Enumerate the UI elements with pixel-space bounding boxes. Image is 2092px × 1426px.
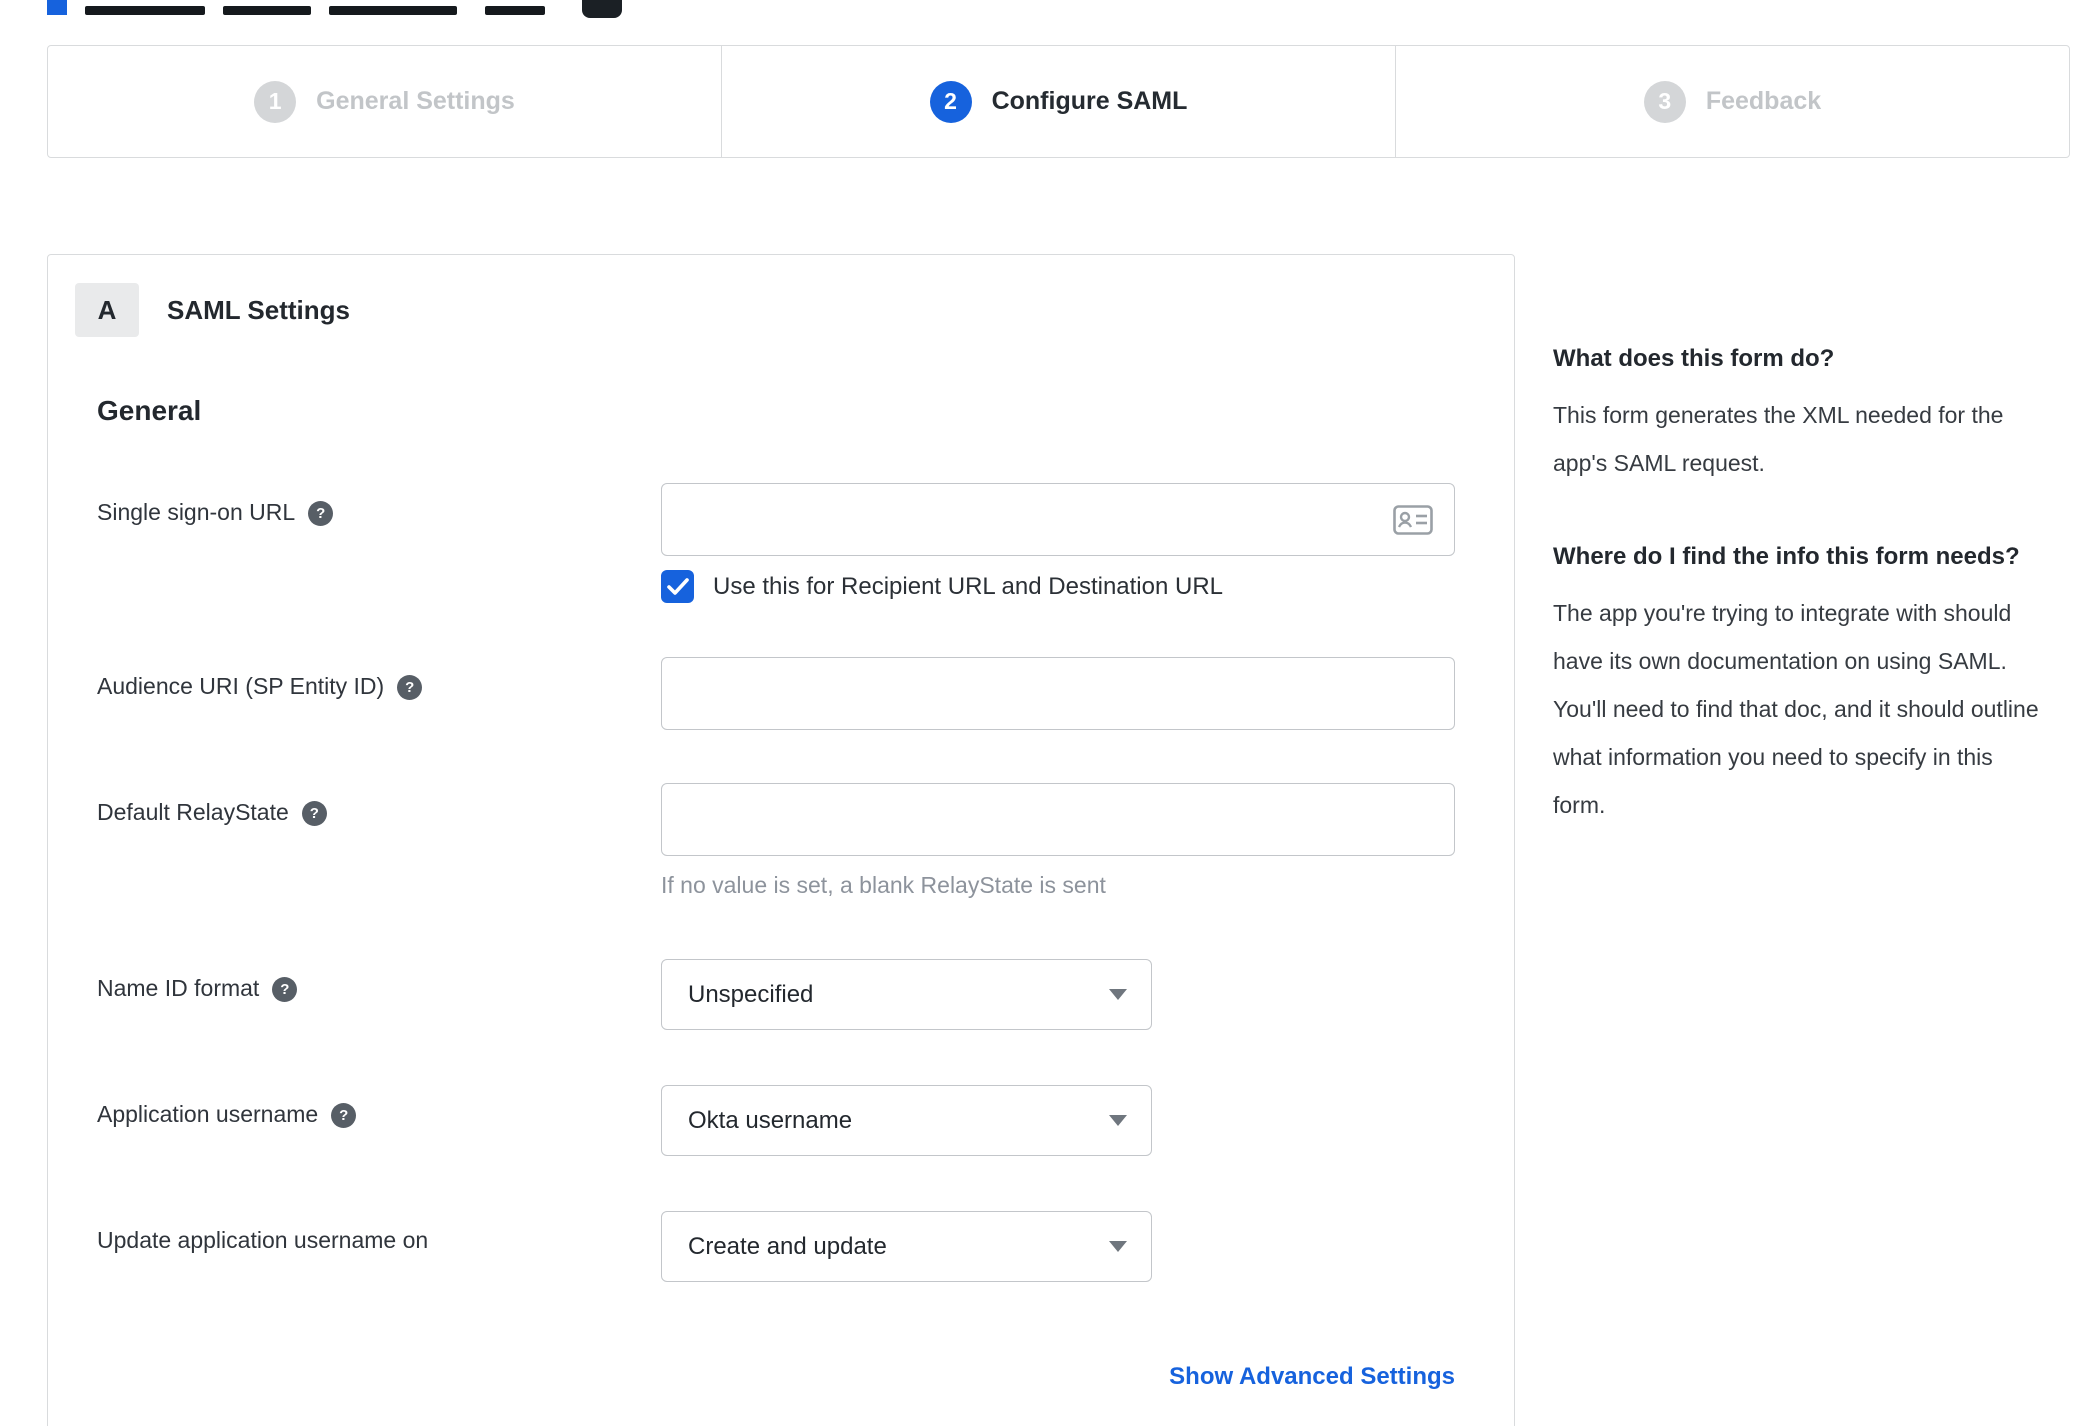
- recipient-url-checkbox-label: Use this for Recipient URL and Destinati…: [713, 572, 1224, 600]
- step-label: General Settings: [316, 87, 515, 115]
- relaystate-label: Default RelayState: [97, 799, 289, 825]
- relaystate-hint: If no value is set, a blank RelayState i…: [661, 872, 1106, 898]
- audience-uri-input[interactable]: [661, 657, 1455, 730]
- general-section-heading: General: [97, 395, 202, 426]
- help-sidebar: What does this form do? This form genera…: [1553, 254, 2043, 829]
- show-advanced-settings-link[interactable]: Show Advanced Settings: [1169, 1363, 1455, 1390]
- sso-url-input[interactable]: [661, 483, 1455, 556]
- help-icon[interactable]: ?: [301, 801, 327, 826]
- field-row-relaystate: Default RelayState ? If no value is set,…: [97, 783, 1514, 899]
- nameid-label: Name ID format: [97, 975, 260, 1001]
- updateusername-label: Update application username on: [97, 1227, 429, 1253]
- application-username-select[interactable]: Okta username: [661, 1085, 1152, 1156]
- panel-title: SAML Settings: [167, 294, 350, 325]
- nameid-format-select[interactable]: Unspecified: [661, 959, 1152, 1030]
- help-answer-1: This form generates the XML needed for t…: [1553, 402, 2004, 476]
- caret-down-icon: [1109, 989, 1127, 1000]
- step-label: Feedback: [1705, 87, 1822, 115]
- help-question-2: Where do I find the info this form needs…: [1553, 543, 2020, 570]
- contact-card-icon: [1393, 504, 1433, 535]
- update-username-select[interactable]: Create and update: [661, 1211, 1152, 1282]
- help-icon[interactable]: ?: [331, 1103, 357, 1128]
- step-label: Configure SAML: [991, 87, 1188, 115]
- caret-down-icon: [1109, 1241, 1127, 1252]
- updateusername-selected-value: Create and update: [688, 1232, 887, 1260]
- recipient-url-checkbox[interactable]: [661, 570, 694, 603]
- field-row-updateusername: Update application username on Create an…: [97, 1211, 1514, 1282]
- clipped-app-icon: [582, 0, 622, 18]
- help-icon[interactable]: ?: [308, 501, 334, 526]
- field-row-nameid: Name ID format ? Unspecified: [97, 959, 1514, 1030]
- caret-down-icon: [1109, 1115, 1127, 1126]
- step-general-settings[interactable]: 1 General Settings: [48, 46, 721, 157]
- step-number-badge: 2: [929, 80, 972, 123]
- step-configure-saml[interactable]: 2 Configure SAML: [721, 46, 1395, 157]
- sso-label: Single sign-on URL: [97, 499, 296, 525]
- help-icon[interactable]: ?: [272, 977, 298, 1002]
- section-a-badge: A: [75, 283, 139, 337]
- clipped-title-fragment: [485, 6, 545, 15]
- relaystate-input[interactable]: [661, 783, 1455, 856]
- help-question-1: What does this form do?: [1553, 345, 1835, 372]
- advanced-settings-row: Show Advanced Settings: [97, 1363, 1514, 1391]
- field-row-audience: Audience URI (SP Entity ID) ?: [97, 657, 1514, 730]
- step-feedback[interactable]: 3 Feedback: [1395, 46, 2069, 157]
- help-answer-2: The app you're trying to integrate with …: [1553, 600, 2039, 818]
- clipped-title-fragment: [85, 6, 205, 15]
- clipped-page-header: [47, 0, 2092, 22]
- help-icon[interactable]: ?: [397, 675, 423, 700]
- field-row-appusername: Application username ? Okta username: [97, 1085, 1514, 1156]
- step-number-badge: 1: [254, 80, 297, 123]
- field-row-sso: Single sign-on URL ? Use this for Recipi…: [97, 483, 1514, 603]
- wizard-stepper: 1 General Settings 2 Configure SAML 3 Fe…: [47, 45, 2070, 158]
- saml-settings-panel: A SAML Settings General Single sign-on U…: [47, 254, 1515, 1426]
- clipped-title-fragment: [329, 6, 457, 15]
- appusername-label: Application username: [97, 1101, 319, 1127]
- step-number-badge: 3: [1643, 80, 1686, 123]
- clipped-title-fragment: [223, 6, 311, 15]
- audience-label: Audience URI (SP Entity ID): [97, 673, 385, 699]
- nameid-selected-value: Unspecified: [688, 980, 814, 1008]
- appusername-selected-value: Okta username: [688, 1106, 853, 1134]
- clipped-logo-fragment: [47, 0, 67, 15]
